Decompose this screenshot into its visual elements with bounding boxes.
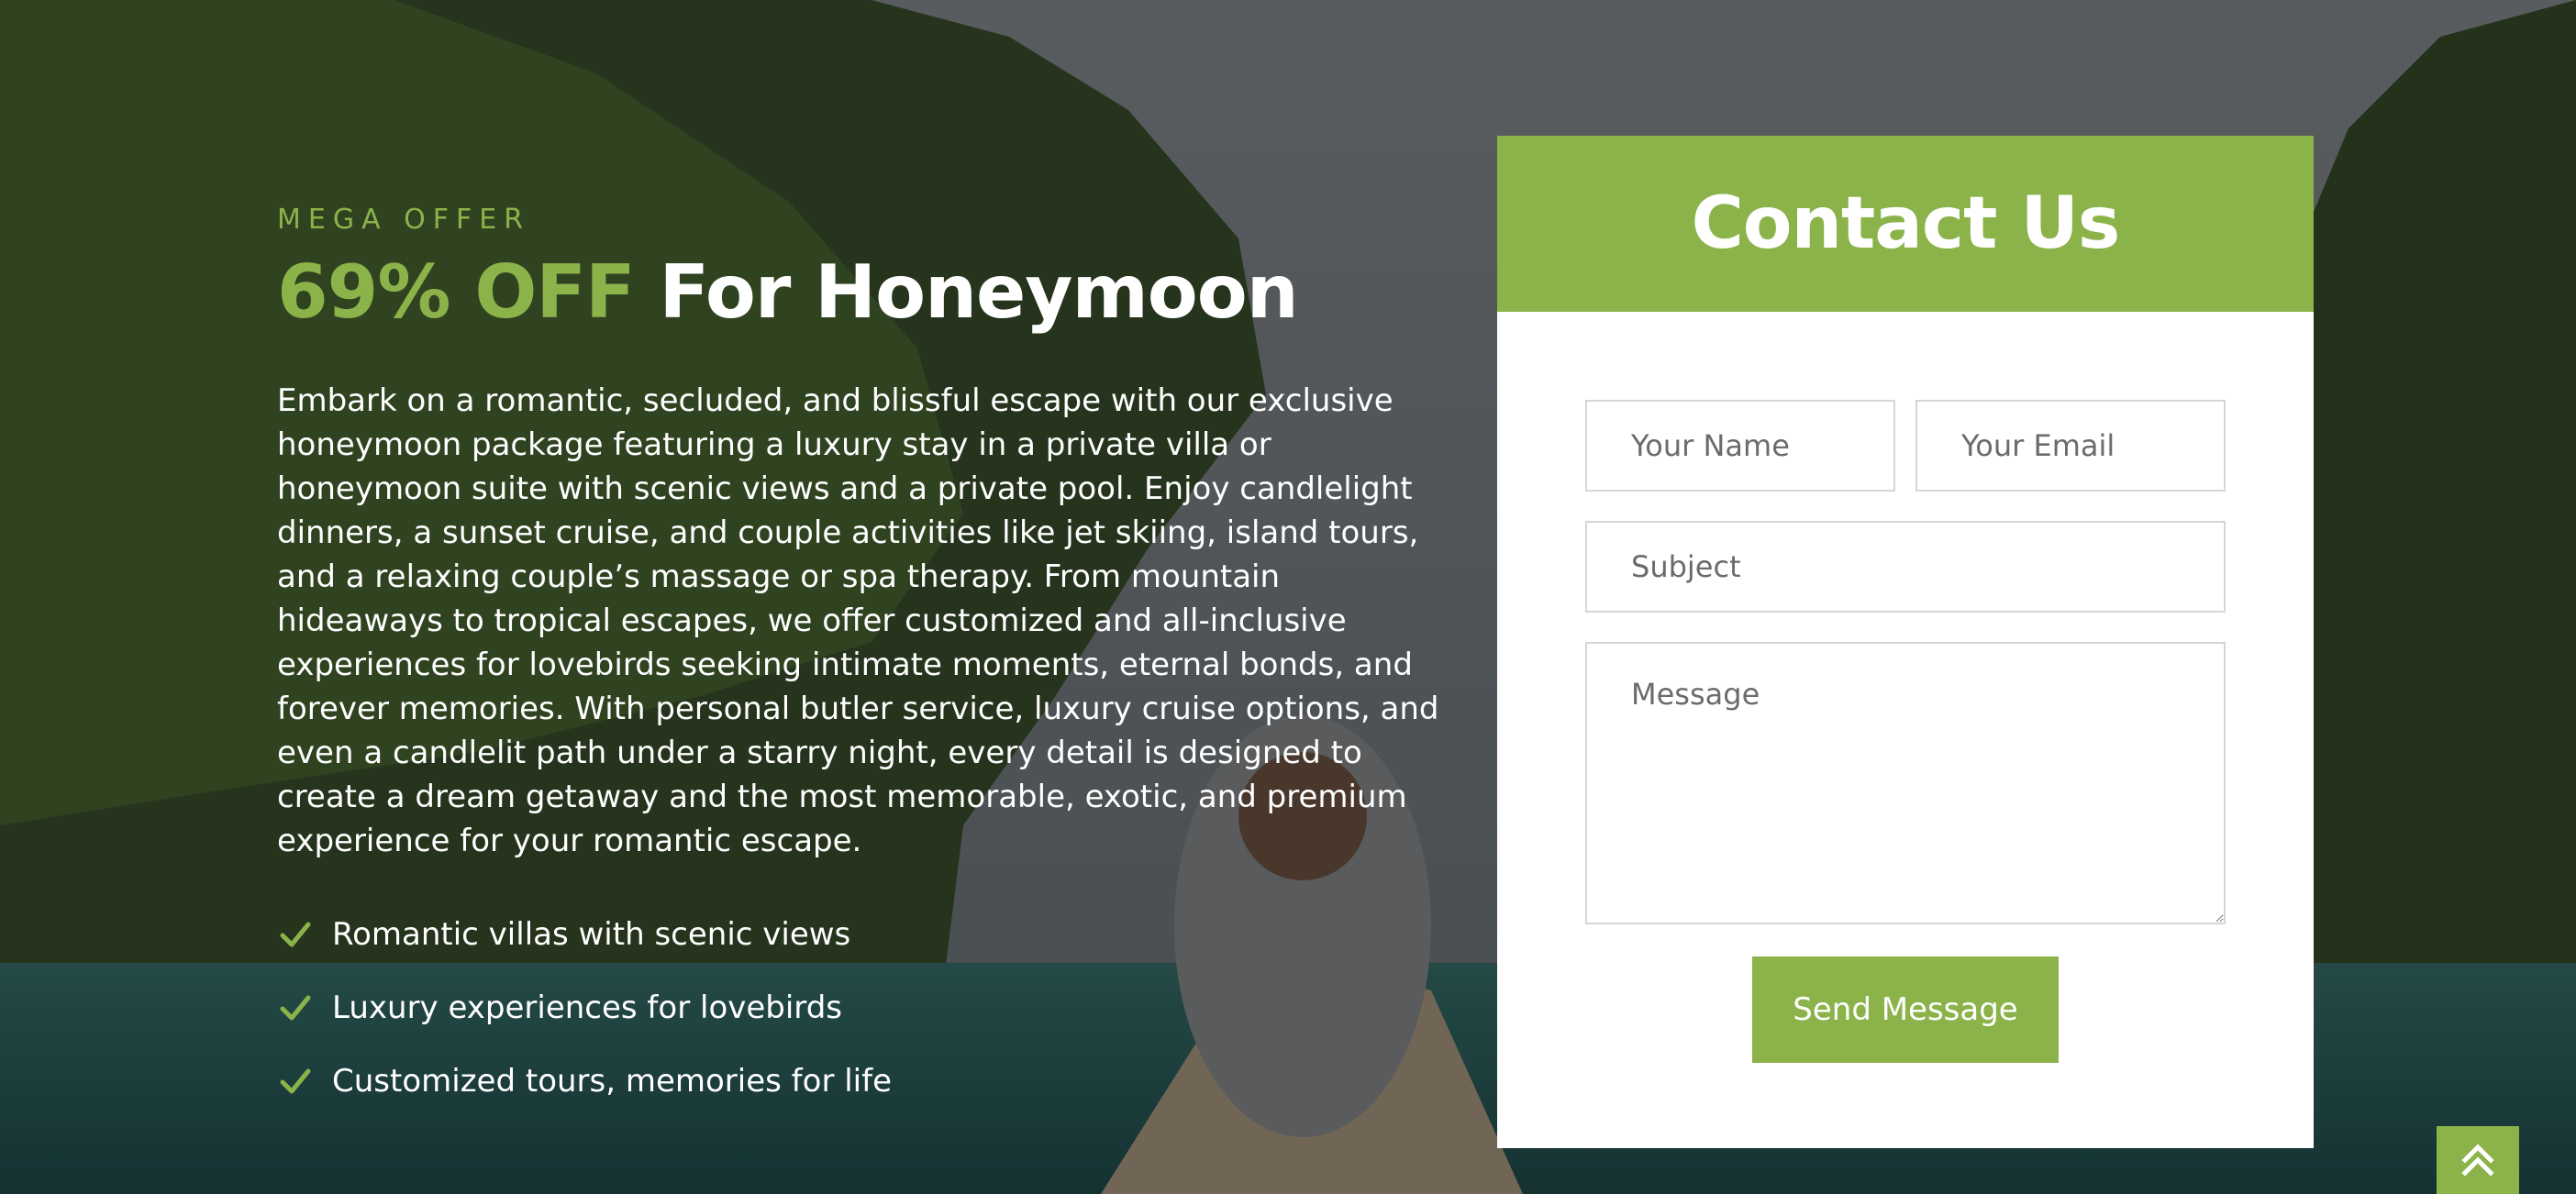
email-input[interactable] [1915,400,2226,492]
message-textarea[interactable] [1585,642,2226,924]
subject-input[interactable] [1585,521,2226,613]
offer-headline: 69% OFF For Honeymoon [277,247,1451,338]
headline-discount: 69% OFF [277,249,636,335]
check-icon [280,1068,311,1094]
contact-title: Contact Us [1691,182,2121,265]
check-icon [280,922,311,947]
feature-item: Luxury experiences for lovebirds [277,971,1451,1045]
name-email-row [1585,400,2226,492]
contact-header: Contact Us [1497,136,2314,312]
contact-form: Send Message [1585,400,2226,1063]
feature-label: Romantic villas with scenic views [332,916,851,953]
double-chevron-up-icon [2461,1144,2494,1177]
headline-title: For Honeymoon [634,249,1298,335]
feature-item: Romantic villas with scenic views [277,898,1451,971]
feature-item: Customized tours, memories for life [277,1045,1451,1118]
feature-label: Customized tours, memories for life [332,1063,893,1100]
contact-form-card: Contact Us Send Message [1497,136,2314,1148]
feature-list: Romantic villas with scenic views Luxury… [277,898,1451,1118]
send-button-wrap: Send Message [1585,956,2226,1063]
back-to-top-button[interactable] [2437,1126,2519,1194]
name-input[interactable] [1585,400,1895,492]
offer-section: MEGA OFFER 69% OFF For Honeymoon Embark … [277,204,1451,1118]
offer-description: Embark on a romantic, secluded, and blis… [277,382,1439,859]
check-icon [280,995,311,1021]
subject-row [1585,521,2226,613]
offer-eyebrow: MEGA OFFER [277,204,531,236]
send-message-button[interactable]: Send Message [1752,956,2059,1063]
feature-label: Luxury experiences for lovebirds [332,989,842,1026]
